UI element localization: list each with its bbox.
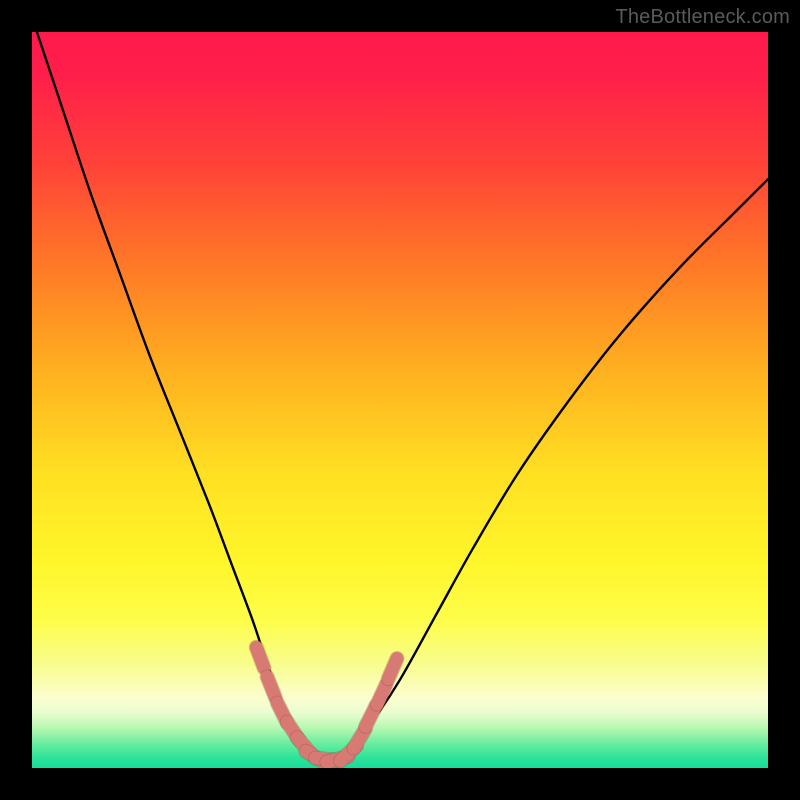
curve-marker: [377, 684, 386, 704]
watermark-text: TheBottleneck.com: [615, 6, 790, 29]
plot-area: [32, 32, 768, 768]
outer-frame: TheBottleneck.com: [0, 0, 800, 800]
marker-group: [256, 647, 397, 762]
curve-marker: [256, 647, 264, 668]
chart-layer: [32, 32, 768, 768]
curve-marker: [267, 677, 275, 697]
curve-marker: [388, 659, 397, 679]
bottleneck-curve: [32, 32, 768, 760]
